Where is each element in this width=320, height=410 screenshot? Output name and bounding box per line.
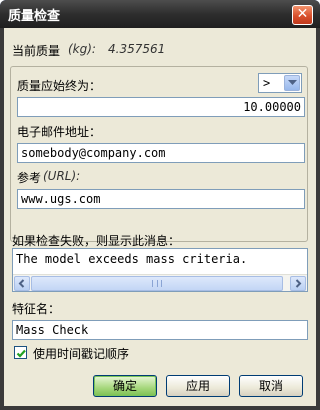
operator-value: >	[263, 76, 271, 90]
current-mass-unit: (kg):	[68, 42, 96, 56]
scrollbar-thumb[interactable]	[31, 276, 283, 291]
chevron-left-icon	[18, 279, 25, 288]
reference-unit: (URL):	[43, 169, 81, 183]
timestamp-order-label: 使用时间戳记顺序	[33, 347, 130, 361]
feature-name-label: 特征名：	[12, 302, 61, 316]
mass-check-dialog: 质量检查 ✕ 当前质量 (kg): 4.357561 质量应始终为： > 10.…	[0, 0, 320, 410]
reference-url-field[interactable]: www.ugs.com	[17, 189, 305, 209]
cancel-button[interactable]: 取消	[239, 375, 303, 397]
mass-threshold-input[interactable]: 10.00000	[17, 97, 305, 117]
dialog-body: 当前质量 (kg): 4.357561 质量应始终为： > 10.00000 电…	[4, 28, 316, 406]
ok-button[interactable]: 确定	[93, 375, 157, 397]
horizontal-scrollbar[interactable]	[13, 274, 307, 291]
email-label: 电子邮件地址：	[17, 125, 102, 139]
close-icon: ✕	[296, 6, 309, 22]
criteria-group: 质量应始终为： > 10.00000 电子邮件地址： somebody@comp…	[10, 66, 308, 242]
scroll-left-button[interactable]	[14, 276, 30, 291]
email-field[interactable]: somebody@company.com	[17, 143, 305, 163]
feature-name-field[interactable]: Mass Check	[12, 320, 308, 340]
current-mass-label: 当前质量	[12, 44, 61, 58]
apply-button[interactable]: 应用	[166, 375, 230, 397]
chevron-down-icon[interactable]	[284, 75, 300, 91]
failure-message-text: The model exceeds mass criteria.	[16, 252, 248, 266]
mass-condition-label: 质量应始终为：	[17, 79, 102, 93]
close-button[interactable]: ✕	[292, 5, 313, 25]
window-frame-right	[316, 28, 320, 410]
scroll-right-button[interactable]	[290, 276, 306, 291]
reference-label: 参考	[17, 171, 42, 185]
title-bar[interactable]: 质量检查 ✕	[0, 0, 320, 28]
current-mass-value: 4.357561	[108, 42, 166, 56]
failure-message-label: 如果检查失败，则显示此消息：	[12, 234, 181, 248]
timestamp-order-checkbox[interactable]	[14, 346, 27, 359]
checkmark-icon	[16, 349, 26, 358]
operator-select[interactable]: >	[258, 73, 302, 93]
chevron-right-icon	[295, 279, 302, 288]
failure-message-textarea[interactable]: The model exceeds mass criteria.	[12, 248, 308, 292]
window-title: 质量检查	[8, 9, 61, 24]
window-frame-bottom	[0, 406, 320, 410]
